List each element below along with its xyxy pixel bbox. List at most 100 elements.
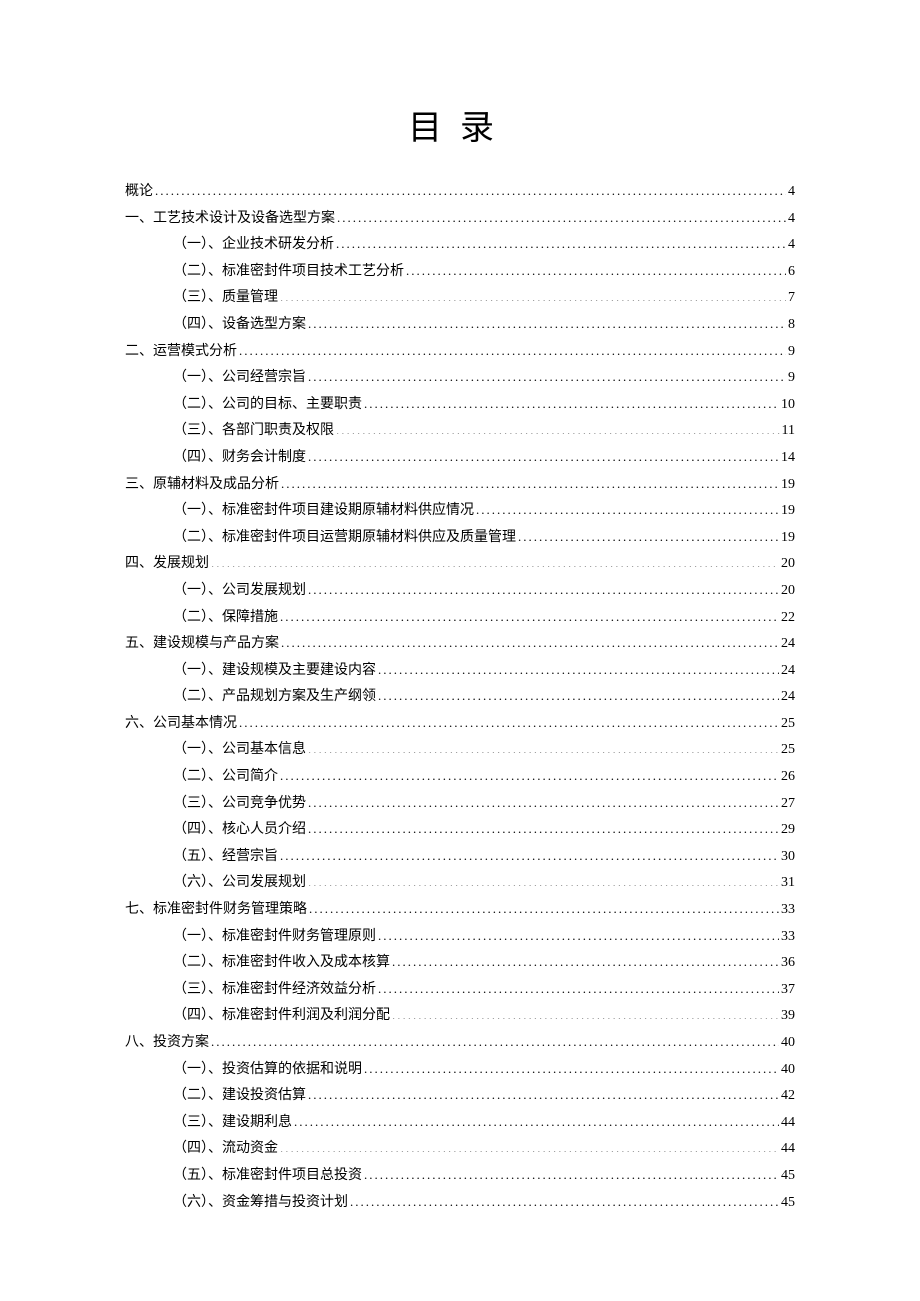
toc-entry-label: 五、建设规模与产品方案 [125,631,279,658]
toc-entry-page: 45 [779,1190,795,1217]
toc-leader-dots [306,448,779,461]
toc-leader-dots [362,1060,779,1073]
toc-entry: （二）、公司简介26 [125,764,795,791]
toc-leader-dots [334,235,786,248]
toc-entry-label: 四、发展规划 [125,551,209,578]
toc-entry-page: 22 [779,605,795,632]
toc-entry-label: （四）、流动资金 [173,1136,278,1163]
toc-leader-dots [306,581,779,594]
toc-entry: （三）、标准密封件经济效益分析37 [125,977,795,1004]
toc-entry-label: （二）、产品规划方案及生产纲领 [173,684,376,711]
toc-list: 概论4一、工艺技术设计及设备选型方案4（一）、企业技术研发分析4（二）、标准密封… [125,179,795,1216]
toc-leader-dots [362,1166,779,1179]
toc-entry-label: （二）、公司的目标、主要职责 [173,392,362,419]
toc-entry: 概论4 [125,179,795,206]
toc-leader-dots [335,209,786,222]
toc-entry-page: 20 [779,551,795,578]
toc-leader-dots [390,953,779,966]
toc-entry-label: （一）、公司发展规划 [173,578,306,605]
toc-leader-dots [348,1193,779,1206]
toc-entry-page: 8 [786,312,795,339]
toc-entry: （四）、核心人员介绍 29 [125,817,795,844]
toc-entry-label: （四）、核心人员介绍 [173,817,306,844]
toc-entry-page: 19 [779,472,795,499]
toc-entry-label: （五）、标准密封件项目总投资 [173,1163,362,1190]
toc-leader-dots [306,368,786,381]
toc-leader-dots [278,847,779,860]
toc-entry-label: （一）、建设规模及主要建设内容 [173,658,376,685]
toc-entry: （一）、公司经营宗旨9 [125,365,795,392]
toc-entry: 七、标准密封件财务管理策略33 [125,897,795,924]
toc-entry: （一）、公司发展规划20 [125,578,795,605]
toc-entry: （五）、经营宗旨30 [125,844,795,871]
toc-entry-page: 44 [779,1136,795,1163]
toc-entry-page: 4 [786,206,795,233]
toc-entry: （三）、各部门职责及权限 11 [125,418,795,445]
toc-entry-label: 八、投资方案 [125,1030,209,1057]
toc-entry: （二）、标准密封件项目技术工艺分析6 [125,259,795,286]
toc-entry-page: 26 [779,764,795,791]
page-title: 目录 [125,100,795,149]
toc-leader-dots [278,288,786,301]
toc-leader-dots [334,421,780,434]
toc-entry-label: （一）、标准密封件项目建设期原辅材料供应情况 [173,498,474,525]
toc-leader-dots [306,315,786,328]
toc-entry-label: （一）、公司经营宗旨 [173,365,306,392]
toc-entry-page: 29 [779,817,795,844]
toc-entry-label: （二）、标准密封件项目运营期原辅材料供应及质量管理 [173,525,516,552]
toc-leader-dots [404,262,786,275]
toc-entry: （五）、标准密封件项目总投资 45 [125,1163,795,1190]
toc-entry: 一、工艺技术设计及设备选型方案 4 [125,206,795,233]
toc-entry: （二）、标准密封件项目运营期原辅材料供应及质量管理19 [125,525,795,552]
toc-entry-page: 4 [786,232,795,259]
toc-entry-page: 31 [779,870,795,897]
toc-entry: （一）、标准密封件项目建设期原辅材料供应情况 19 [125,498,795,525]
toc-entry-label: （三）、质量管理 [173,285,278,312]
toc-leader-dots [237,714,779,727]
toc-leader-dots [362,395,779,408]
toc-entry-page: 10 [779,392,795,419]
toc-entry-label: （三）、标准密封件经济效益分析 [173,977,376,1004]
toc-leader-dots [153,182,786,195]
toc-entry: （三）、建设期利息44 [125,1110,795,1137]
toc-entry-page: 7 [786,285,795,312]
toc-leader-dots [376,927,779,940]
toc-entry: 三、原辅材料及成品分析19 [125,472,795,499]
toc-entry: （六）、公司发展规划31 [125,870,795,897]
toc-entry: （二）、建设投资估算42 [125,1083,795,1110]
toc-leader-dots [376,661,779,674]
toc-entry-label: （一）、投资估算的依据和说明 [173,1057,362,1084]
toc-entry-page: 33 [779,897,795,924]
toc-entry: （一）、企业技术研发分析 4 [125,232,795,259]
toc-entry: 五、建设规模与产品方案 24 [125,631,795,658]
toc-leader-dots [390,1006,779,1019]
toc-entry-page: 11 [780,418,795,445]
toc-entry: （一）、建设规模及主要建设内容24 [125,658,795,685]
toc-entry-label: （六）、资金筹措与投资计划 [173,1190,348,1217]
toc-entry-label: （三）、各部门职责及权限 [173,418,334,445]
toc-entry-label: （一）、公司基本信息 [173,737,306,764]
toc-entry-page: 24 [779,631,795,658]
toc-entry-page: 24 [779,684,795,711]
toc-entry-page: 19 [779,498,795,525]
toc-entry-page: 6 [786,259,795,286]
toc-entry-label: （四）、标准密封件利润及利润分配 [173,1003,390,1030]
toc-entry-label: （二）、建设投资估算 [173,1083,306,1110]
toc-entry-label: 一、工艺技术设计及设备选型方案 [125,206,335,233]
toc-entry-page: 27 [779,791,795,818]
toc-entry: （四）、设备选型方案8 [125,312,795,339]
toc-leader-dots [209,1033,779,1046]
toc-entry: （三）、公司竞争优势27 [125,791,795,818]
toc-entry: 二、运营模式分析9 [125,339,795,366]
toc-entry-label: （四）、财务会计制度 [173,445,306,472]
toc-leader-dots [376,687,779,700]
toc-leader-dots [292,1113,779,1126]
toc-leader-dots [237,342,786,355]
toc-entry-label: （五）、经营宗旨 [173,844,278,871]
toc-entry-label: （一）、企业技术研发分析 [173,232,334,259]
toc-entry-page: 40 [779,1030,795,1057]
toc-entry-page: 45 [779,1163,795,1190]
toc-entry: 八、投资方案 40 [125,1030,795,1057]
toc-leader-dots [279,634,779,647]
toc-entry-page: 39 [779,1003,795,1030]
